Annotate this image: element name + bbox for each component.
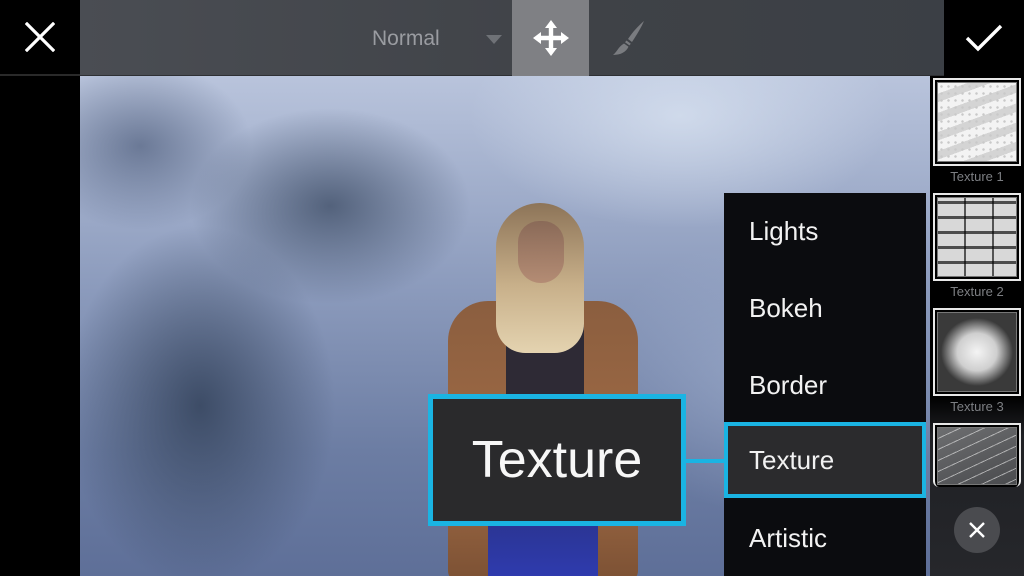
texture-thumb-4[interactable] xyxy=(933,423,1021,487)
blend-mode-label: Normal xyxy=(372,27,440,50)
texture-thumb-1[interactable] xyxy=(933,78,1021,166)
close-texture-strip-button[interactable] xyxy=(954,507,1000,553)
move-tool-button[interactable] xyxy=(512,0,589,76)
texture-4-preview xyxy=(937,427,1017,485)
callout-box: Texture xyxy=(428,394,686,526)
close-icon xyxy=(969,522,985,538)
texture-2-preview xyxy=(937,197,1017,277)
brush-tool-button[interactable] xyxy=(589,0,666,76)
menu-item-bokeh[interactable]: Bokeh xyxy=(724,270,926,346)
texture-thumb-3[interactable] xyxy=(933,308,1021,396)
callout-connector xyxy=(686,459,724,463)
move-arrows-icon xyxy=(532,20,569,56)
menu-item-border[interactable]: Border xyxy=(724,347,926,423)
blend-mode-dropdown[interactable]: Normal xyxy=(360,18,512,60)
texture-thumb-label: Texture 3 xyxy=(950,399,1004,414)
caret-down-icon xyxy=(486,35,502,44)
subject-face xyxy=(518,221,564,283)
paintbrush-icon xyxy=(612,21,644,55)
callout-label: Texture xyxy=(471,431,643,489)
texture-thumbnail-strip[interactable]: Texture 1 Texture 2 Texture 3 xyxy=(930,76,1024,576)
close-icon xyxy=(25,22,55,52)
texture-thumb-2[interactable] xyxy=(933,193,1021,281)
menu-item-texture[interactable]: Texture xyxy=(724,422,926,498)
texture-thumb-label: Texture 1 xyxy=(950,169,1004,184)
menu-item-artistic[interactable]: Artistic xyxy=(724,500,926,576)
menu-item-lights[interactable]: Lights xyxy=(724,193,926,269)
texture-1-preview xyxy=(937,82,1017,162)
close-button[interactable] xyxy=(0,0,80,76)
top-toolbar: Normal xyxy=(0,0,1024,76)
texture-3-preview xyxy=(937,312,1017,392)
texture-thumb-label: Texture 2 xyxy=(950,284,1004,299)
effect-category-menu: Lights Bokeh Border Texture Artistic xyxy=(724,193,926,576)
apply-button[interactable] xyxy=(944,0,1024,76)
checkmark-icon xyxy=(965,24,1003,52)
